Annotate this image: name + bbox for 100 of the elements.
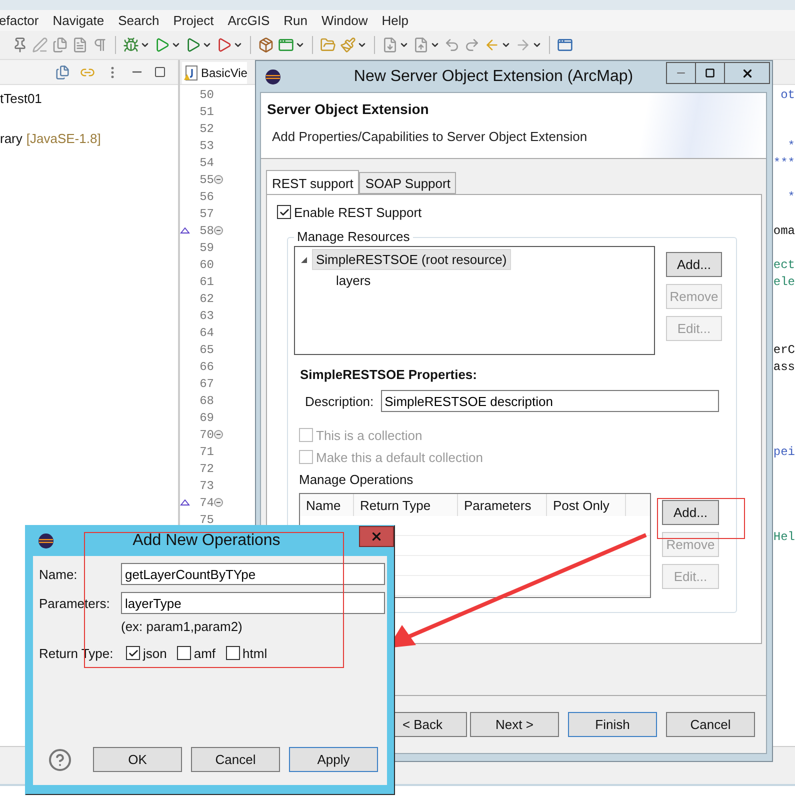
menu-item[interactable]: ArcGIS xyxy=(228,13,270,28)
dialog-button[interactable]: Add... xyxy=(666,252,722,277)
fold-icon[interactable] xyxy=(214,226,223,235)
menu-item[interactable]: Project xyxy=(173,13,214,28)
section-title: SimpleRESTSOE Properties: xyxy=(300,367,478,382)
caret-icon[interactable] xyxy=(140,40,150,50)
input-field[interactable]: getLayerCountByTYpe xyxy=(121,563,385,585)
description-field[interactable]: SimpleRESTSOE description xyxy=(380,390,719,412)
pin-icon[interactable] xyxy=(12,37,28,53)
line-number: 59 xyxy=(198,240,214,254)
line-number: 58 xyxy=(198,224,214,238)
close-icon xyxy=(740,66,754,80)
wizard-button[interactable]: Cancel xyxy=(666,712,755,737)
documents-icon[interactable] xyxy=(52,37,68,53)
line-number: 74 xyxy=(198,496,214,510)
pilcrow-icon[interactable] xyxy=(92,37,108,53)
line-number: 60 xyxy=(198,258,214,272)
menu-item[interactable]: Help xyxy=(382,13,408,28)
menu-item[interactable]: Search xyxy=(118,13,160,28)
tree-item[interactable]: SimpleRESTSOE (root resource) xyxy=(312,249,511,270)
document-icon[interactable] xyxy=(72,37,88,53)
caret-icon[interactable] xyxy=(233,40,243,50)
checkbox[interactable] xyxy=(126,646,140,660)
caret-icon[interactable] xyxy=(357,40,367,50)
checkbox-label: Make this a default collection xyxy=(316,450,483,464)
wizard-button[interactable]: Next > xyxy=(470,712,559,737)
dialog-button[interactable]: OK xyxy=(93,747,182,772)
dialog-button[interactable]: Apply xyxy=(289,747,378,772)
menu-item[interactable]: Navigate xyxy=(52,13,104,28)
java-file-icon xyxy=(184,65,198,81)
group-title: Manage Resources xyxy=(294,229,413,244)
line-number: 54 xyxy=(198,156,214,170)
package-icon[interactable] xyxy=(258,37,274,53)
code-text: erC xyxy=(773,342,795,356)
line-number: 51 xyxy=(198,104,214,118)
tab[interactable]: REST support xyxy=(266,170,360,195)
line-number: 53 xyxy=(198,138,214,152)
eclipse-logo-icon xyxy=(38,533,54,549)
tab[interactable]: SOAP Support xyxy=(359,172,456,194)
play-icon[interactable] xyxy=(216,37,232,53)
wizard-subtitle: Add Properties/Capabilities to Server Object Extension xyxy=(272,129,588,144)
line-number: 55 xyxy=(198,172,214,186)
line-number: 75 xyxy=(198,512,214,526)
help-icon[interactable] xyxy=(48,748,72,772)
caret-icon[interactable] xyxy=(399,40,409,50)
fold-icon[interactable] xyxy=(214,175,223,184)
checkmark-icon xyxy=(128,648,138,658)
dialog-title: Add New Operations xyxy=(132,532,282,550)
caret-icon[interactable] xyxy=(171,40,181,50)
code-text: ect xyxy=(773,258,795,272)
code-text: ass xyxy=(773,360,795,374)
menu-item[interactable]: Window xyxy=(322,13,368,28)
line-number: 63 xyxy=(198,308,214,322)
forward-icon[interactable] xyxy=(464,37,480,53)
line-number: 72 xyxy=(198,462,214,476)
tree-item[interactable]: rary xyxy=(0,130,22,146)
wizard-button[interactable]: Finish xyxy=(568,712,657,737)
editor-tab[interactable]: BasicVie xyxy=(182,62,248,84)
line-number: 61 xyxy=(198,274,214,288)
dialog-button[interactable]: Cancel xyxy=(191,747,280,772)
checkbox-label: json xyxy=(143,646,167,660)
window-icon[interactable] xyxy=(557,37,573,53)
line-number: 62 xyxy=(198,292,214,306)
bug-icon[interactable] xyxy=(123,37,139,53)
minimize-button[interactable] xyxy=(666,62,696,84)
checkbox[interactable] xyxy=(176,646,191,660)
close-button[interactable] xyxy=(725,62,770,84)
window-title: New Server Object Extension (ArcMap) xyxy=(352,68,634,86)
caret-icon[interactable] xyxy=(501,40,511,50)
checkbox[interactable] xyxy=(277,205,291,219)
caret-icon[interactable] xyxy=(430,40,440,50)
checkbox[interactable] xyxy=(226,646,240,660)
menu-item[interactable]: Run xyxy=(284,13,308,28)
tree-item[interactable]: tTest01 xyxy=(0,90,42,106)
play-icon[interactable] xyxy=(185,37,201,53)
section-title: Manage Operations xyxy=(299,472,414,487)
line-number: 70 xyxy=(198,428,214,442)
line-number: 65 xyxy=(198,342,214,356)
code-text: * xyxy=(788,190,795,204)
code-text: ele xyxy=(773,274,795,288)
caret-icon[interactable] xyxy=(202,40,212,50)
maximize-button[interactable] xyxy=(696,62,725,84)
line-number: 71 xyxy=(198,444,214,458)
line-number: 66 xyxy=(198,360,214,374)
dialog-button[interactable]: Add... xyxy=(662,500,719,525)
field-label: Name: xyxy=(39,566,78,582)
checkbox-label: html xyxy=(242,646,268,660)
checkbox-label: This is a collection xyxy=(316,428,422,442)
fold-icon[interactable] xyxy=(214,498,223,507)
tree-item-decoration: [JavaSE-1.8] xyxy=(26,130,101,146)
expand-triangle-icon[interactable] xyxy=(299,254,309,264)
checkbox-label: Enable REST Support xyxy=(294,204,422,220)
input-field[interactable]: layerType xyxy=(121,592,385,614)
fold-icon[interactable] xyxy=(214,430,223,439)
code-text: * xyxy=(788,138,795,152)
caret-icon[interactable] xyxy=(295,40,305,50)
line-number: 67 xyxy=(198,376,214,390)
caret-icon[interactable] xyxy=(532,40,542,50)
tree-item[interactable]: layers xyxy=(332,270,375,291)
maximize-icon[interactable] xyxy=(154,66,166,78)
